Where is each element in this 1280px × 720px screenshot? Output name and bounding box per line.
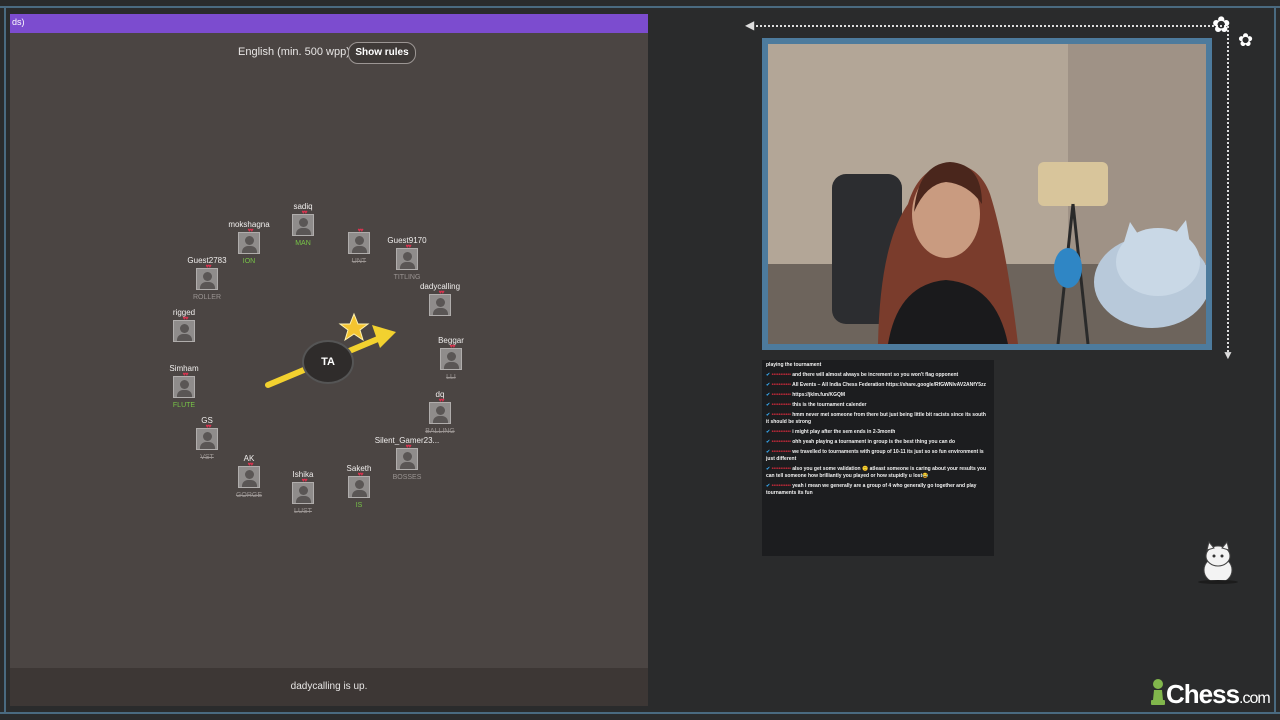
star-icon (338, 312, 370, 342)
stream-frame-top (0, 6, 1280, 8)
chat-message: ✔ ••••••••••• also you get some validati… (766, 466, 990, 480)
stream-chat: playing the tournament ✔ ••••••••••• and … (762, 360, 994, 556)
chat-text: also you get some validation 🙂 atleast s… (766, 466, 987, 479)
chat-message: ✔ ••••••••••• yeah i mean we generally a… (766, 483, 990, 497)
chat-text: https://jklm.fun/KGQM (792, 392, 846, 398)
lives-hearts-icon: ♥♥ (301, 210, 307, 216)
player-word: VST (200, 454, 214, 461)
lives-hearts-icon: ♥♥ (405, 244, 411, 250)
avatar (292, 482, 314, 504)
chat-text: playing the tournament (766, 362, 822, 368)
chat-text: and there will almost always be incremen… (792, 372, 959, 378)
chat-username: ••••••••••• (771, 483, 791, 489)
flower-icon: ✿ (1238, 30, 1254, 50)
decor-dotted-line-top (756, 25, 1226, 27)
arrow-left-icon: ◀ (745, 18, 755, 32)
player-word: ROLLER (192, 294, 221, 301)
chat-username: ••••••••••• (771, 402, 791, 408)
chat-text: this is the tournament calender (792, 402, 867, 408)
avatar (173, 320, 195, 342)
avatar (238, 232, 260, 254)
chat-username: ••••••••••• (771, 412, 791, 418)
chat-username: ••••••••••• (771, 466, 791, 472)
player-word: ION (242, 258, 256, 265)
chat-message: ✔ ••••••••••• ohh yeah playing a tournam… (766, 439, 990, 446)
lives-hearts-icon: ♥♥ (357, 228, 363, 234)
logo-suffix: .com (1239, 690, 1271, 707)
chat-message: ✔ ••••••••••• we travelled to tournament… (766, 449, 990, 463)
avatar (396, 248, 418, 270)
arrow-down-icon: ▼ (1222, 348, 1234, 362)
lives-hearts-icon: ♥♥ (438, 398, 444, 404)
chat-message: ✔ ••••••••••• hmm never met someone from… (766, 412, 990, 426)
chat-message: ✔ ••••••••••• this is the tournament cal… (766, 402, 990, 409)
player-word: FLUTE (172, 402, 196, 409)
player-word: GORGE (235, 492, 263, 499)
player-word: LLI (446, 374, 456, 381)
stream-frame-left (4, 6, 6, 714)
avatar (440, 348, 462, 370)
player-seat: Simham ♥♥ FLUTE (144, 364, 224, 428)
lives-hearts-icon: ♥♥ (301, 478, 307, 484)
avatar (429, 402, 451, 424)
chat-username: ••••••••••• (771, 382, 791, 388)
player-word: BALLING (425, 428, 455, 435)
chat-text: we travelled to tournaments with group o… (766, 449, 984, 462)
chat-text: All Events – All India Chess Federation … (792, 382, 986, 388)
chat-username: ••••••••••• (771, 439, 791, 445)
lives-hearts-icon: ♥♥ (182, 372, 188, 378)
chat-username: ••••••••••• (771, 429, 791, 435)
decor-dotted-line-right (1227, 26, 1229, 356)
chat-message: ✔ ••••••••••• https://jklm.fun/KGQM (766, 392, 990, 399)
chat-username: ••••••••••• (771, 392, 791, 398)
avatar (429, 294, 451, 316)
chat-text: yeah i mean we generally are a group of … (766, 483, 977, 496)
current-turn-indicator: TA (302, 340, 354, 384)
player-seat: mokshagna ♥♥ ION (209, 220, 289, 284)
game-status-bar: dadycalling is up. (10, 668, 648, 706)
cat-icon (1196, 540, 1242, 586)
avatar (173, 376, 195, 398)
lives-hearts-icon: ♥♥ (449, 344, 455, 350)
lives-hearts-icon: ♥♥ (438, 290, 444, 296)
chat-text: hmm never met someone from there but jus… (766, 412, 986, 425)
stream-frame-right (1274, 6, 1276, 714)
chat-message: ✔ ••••••••••• and there will almost alwa… (766, 372, 990, 379)
chat-text: ohh yeah playing a tournament in group i… (792, 439, 956, 445)
lives-hearts-icon: ♥♥ (405, 444, 411, 450)
flower-icon: ✿ (1212, 12, 1231, 37)
game-panel: ds) English (min. 500 wpp) Show rules TA… (10, 14, 648, 706)
stream-frame-bottom (0, 712, 1280, 714)
avatar (292, 214, 314, 236)
avatar (348, 476, 370, 498)
logo-text: Chess (1166, 679, 1240, 709)
lives-hearts-icon: ♥♥ (357, 472, 363, 478)
player-word: TITLING (393, 274, 421, 281)
chat-message: playing the tournament (766, 362, 990, 369)
chesscom-logo: Chess.com (1148, 676, 1271, 712)
lives-hearts-icon: ♥♥ (247, 228, 253, 234)
webcam-frame (762, 38, 1212, 350)
chat-username: ••••••••••• (771, 449, 791, 455)
chat-text: i might play after the sem ends in 2-3mo… (792, 429, 896, 435)
chat-username: ••••••••••• (771, 372, 791, 378)
avatar (396, 448, 418, 470)
chat-message: ✔ ••••••••••• All Events – All India Che… (766, 382, 990, 389)
chat-message: ✔ ••••••••••• i might play after the sem… (766, 429, 990, 436)
avatar (196, 428, 218, 450)
webcam-video (768, 44, 1206, 344)
pawn-icon (1151, 679, 1165, 705)
